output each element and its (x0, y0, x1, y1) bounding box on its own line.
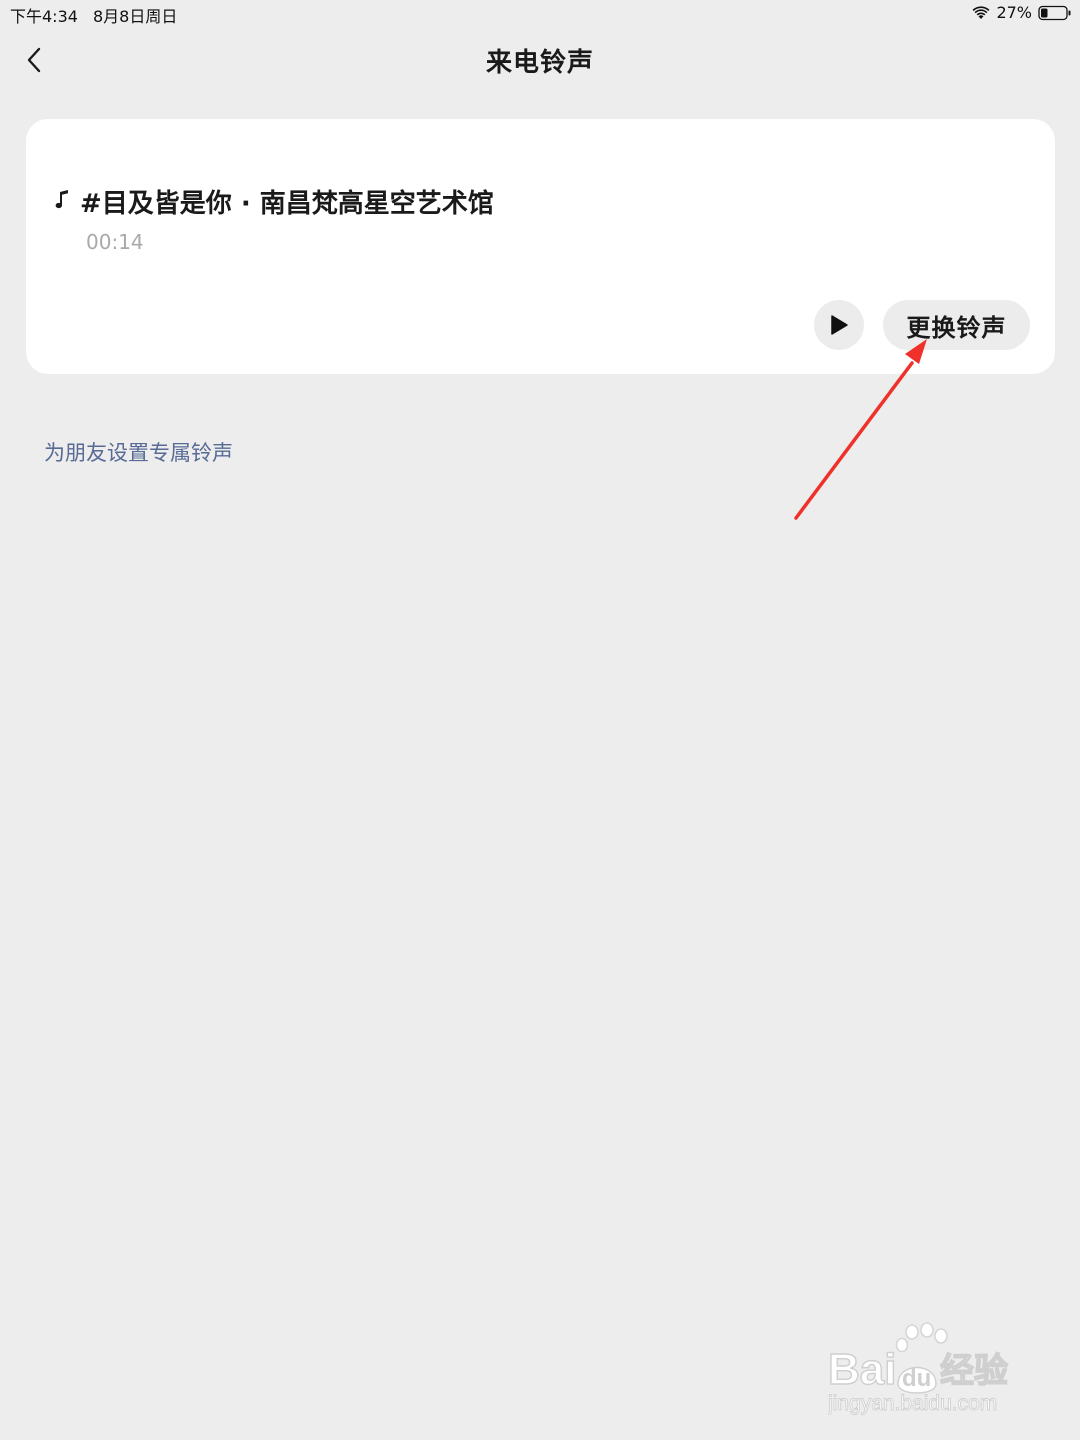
ringtone-name: #目及皆是你 · 南昌梵高星空艺术馆 (80, 189, 494, 219)
ringtone-duration: 00:14 (86, 230, 144, 254)
svg-text:jingyan.baidu.com: jingyan.baidu.com (828, 1392, 997, 1415)
friend-ringtone-link[interactable]: 为朋友设置专属铃声 (44, 437, 233, 467)
music-note-icon (55, 190, 68, 209)
status-indicators: 27% (972, 3, 1072, 22)
play-icon (831, 315, 848, 335)
status-bar: 下午4:34 8月8日周日 27% (0, 0, 1080, 28)
battery-icon (1038, 5, 1071, 20)
wifi-icon (973, 5, 990, 19)
page-title: 来电铃声 (485, 48, 594, 78)
status-time: 下午4:34 (10, 7, 78, 26)
baidu-watermark-logo: Bai du 经验 jingyan.baidu.com (828, 1322, 1009, 1415)
annotation-arrow-shaft (794, 361, 914, 520)
ringtone-card: #目及皆是你 · 南昌梵高星空艺术馆 00:14 更换铃声 (26, 119, 1055, 374)
svg-text:经验: 经验 (940, 1351, 1008, 1391)
svg-text:du: du (902, 1365, 931, 1392)
svg-text:Bai: Bai (828, 1345, 896, 1394)
change-ringtone-button[interactable]: 更换铃声 (883, 300, 1030, 350)
status-date: 8月8日周日 (93, 7, 178, 26)
play-button[interactable] (814, 300, 864, 350)
battery-percent: 27% (996, 3, 1032, 22)
nav-bar: 来电铃声 (0, 28, 1080, 92)
